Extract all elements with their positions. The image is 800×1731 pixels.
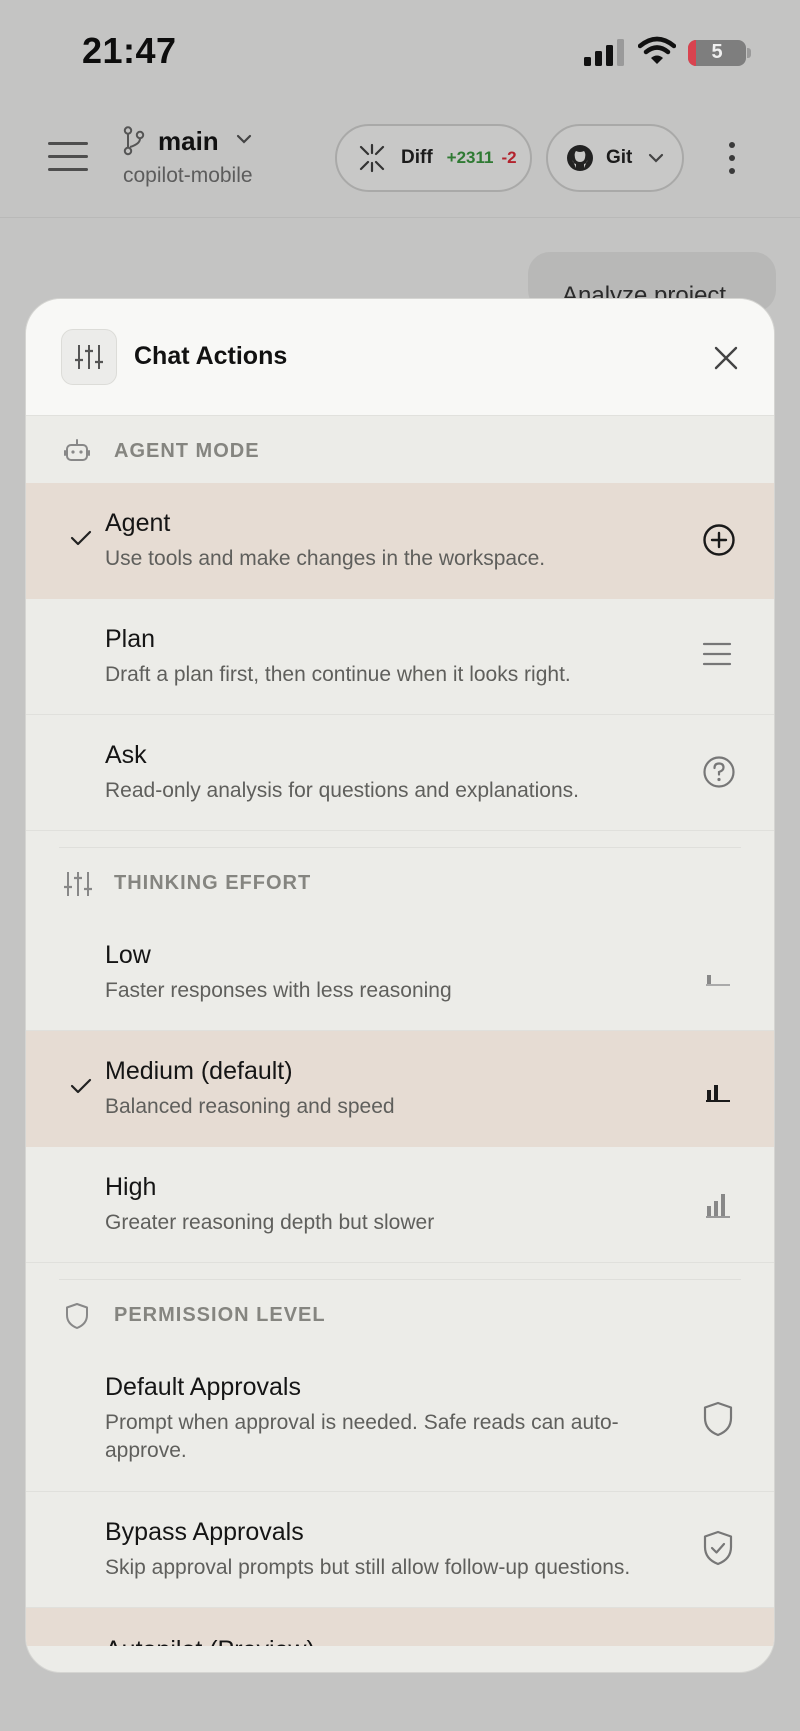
wifi-icon xyxy=(638,36,676,64)
option-description: Draft a plan first, then continue when i… xyxy=(105,663,571,686)
diff-label: Diff xyxy=(401,147,433,168)
option-default-approvals[interactable]: Default Approvals Prompt when approval i… xyxy=(26,1347,774,1492)
option-description: Use tools and make changes in the worksp… xyxy=(105,547,546,570)
section-thinking-effort: THINKING EFFORT xyxy=(26,848,774,915)
option-title: Default Approvals xyxy=(105,1373,301,1401)
section-title: THINKING EFFORT xyxy=(114,872,312,894)
sliders-icon xyxy=(61,329,117,385)
lines-icon xyxy=(702,642,732,666)
option-title: Autopilot (Preview) xyxy=(105,1636,315,1646)
sheet-content[interactable]: AGENT MODE Agent Use tools and make chan… xyxy=(26,416,774,1646)
option-title: Agent xyxy=(105,509,171,537)
bars-high-icon xyxy=(706,1194,730,1218)
option-description: Prompt when approval is needed. Safe rea… xyxy=(105,1411,619,1462)
option-ask[interactable]: Ask Read-only analysis for questions and… xyxy=(26,715,774,831)
robot-icon xyxy=(64,439,90,461)
battery-icon: 5 xyxy=(688,40,746,66)
option-autopilot[interactable]: Autopilot (Preview) xyxy=(26,1608,774,1646)
status-bar: 21:47 5 xyxy=(0,0,800,100)
plus-circle-icon xyxy=(703,524,735,556)
check-icon xyxy=(70,1078,92,1094)
option-title: Ask xyxy=(105,741,147,769)
option-description: Skip approval prompts but still allow fo… xyxy=(105,1556,631,1579)
shield-check-icon xyxy=(703,1530,733,1566)
diff-removed-count: -2 xyxy=(501,148,517,167)
shield-icon xyxy=(66,1303,88,1329)
shield-icon xyxy=(703,1401,733,1437)
option-high[interactable]: High Greater reasoning depth but slower xyxy=(26,1147,774,1263)
diff-added-count: +2311 xyxy=(446,148,494,167)
git-button[interactable]: Git xyxy=(546,124,684,192)
question-circle-icon xyxy=(703,756,735,788)
git-branch-icon xyxy=(123,126,145,156)
branch-selector[interactable]: main xyxy=(158,126,219,157)
option-low[interactable]: Low Faster responses with less reasoning xyxy=(26,915,774,1031)
section-title: AGENT MODE xyxy=(114,440,260,462)
diff-button[interactable]: Diff +2311 -2 xyxy=(335,124,532,192)
cellular-signal-icon xyxy=(584,39,624,66)
option-title: High xyxy=(105,1173,157,1201)
option-bypass-approvals[interactable]: Bypass Approvals Skip approval prompts b… xyxy=(26,1492,774,1608)
option-agent[interactable]: Agent Use tools and make changes in the … xyxy=(26,483,774,599)
close-icon[interactable] xyxy=(709,341,743,375)
option-description: Faster responses with less reasoning xyxy=(105,979,452,1002)
bars-medium-icon xyxy=(706,1085,730,1102)
sliders-icon xyxy=(64,872,92,896)
battery-level: 5 xyxy=(711,41,723,63)
option-description: Read-only analysis for questions and exp… xyxy=(105,779,579,802)
git-label: Git xyxy=(606,147,633,168)
option-medium[interactable]: Medium (default) Balanced reasoning and … xyxy=(26,1031,774,1147)
check-icon xyxy=(70,530,92,546)
repo-name: copilot-mobile xyxy=(123,164,253,187)
section-permission-level: PERMISSION LEVEL xyxy=(26,1280,774,1347)
option-title: Plan xyxy=(105,625,156,653)
chevron-down-icon xyxy=(649,153,664,163)
chevron-down-icon[interactable] xyxy=(236,134,252,144)
section-title: PERMISSION LEVEL xyxy=(114,1304,326,1326)
section-agent-mode: AGENT MODE xyxy=(26,416,774,483)
app-bar: main copilot-mobile Diff +2311 -2 Git xyxy=(0,100,800,218)
diff-icon xyxy=(359,143,385,173)
menu-button[interactable] xyxy=(48,138,90,174)
battery-tip xyxy=(747,48,751,58)
option-title: Bypass Approvals xyxy=(105,1518,304,1546)
github-icon xyxy=(567,145,593,171)
option-plan[interactable]: Plan Draft a plan first, then continue w… xyxy=(26,599,774,715)
sheet-header: Chat Actions xyxy=(26,299,774,416)
bars-low-icon xyxy=(706,975,730,986)
status-time: 21:47 xyxy=(82,30,177,71)
option-title: Medium (default) xyxy=(105,1057,293,1085)
sheet-title: Chat Actions xyxy=(134,342,288,370)
option-title: Low xyxy=(105,941,151,969)
option-description: Greater reasoning depth but slower xyxy=(105,1211,435,1234)
chat-actions-sheet: Chat Actions AGENT MODE Agent Use tools … xyxy=(25,298,775,1673)
option-description: Balanced reasoning and speed xyxy=(105,1095,395,1118)
more-options-icon[interactable] xyxy=(726,142,738,174)
